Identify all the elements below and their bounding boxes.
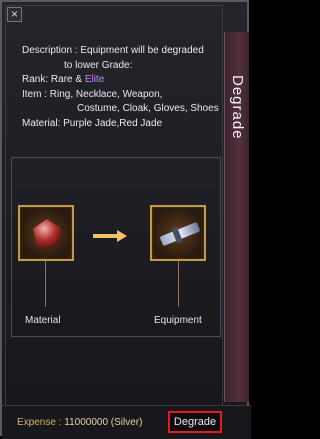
description-line-2: to lower Grade: — [64, 59, 133, 71]
expense-display: Expense : 11000000 (Silver) — [17, 417, 142, 428]
rank-row: Rank: Rare & Elite — [22, 73, 222, 88]
material-slot[interactable] — [18, 205, 74, 261]
equipment-connector-line — [178, 261, 179, 307]
close-icon[interactable]: × — [7, 7, 22, 22]
item-row-continued: Costume, Cloak, Gloves, Shoes — [77, 103, 219, 114]
material-slot-label: Material — [25, 315, 61, 326]
material-connector-line — [45, 261, 46, 307]
degrade-side-tab: Degrade — [224, 32, 249, 402]
equipment-slot[interactable] — [150, 205, 206, 261]
material-row: Material: Purple Jade,Red Jade — [22, 117, 222, 132]
arrow-shaft — [93, 234, 119, 238]
arrow-head — [117, 230, 127, 242]
equipment-slot-label: Equipment — [154, 315, 202, 326]
red-jade-gem-icon — [33, 219, 61, 247]
degrade-window: × Degrade Description : Equipment will b… — [0, 0, 251, 439]
item-row: Item : Ring, Necklace, Weapon, — [22, 88, 222, 103]
arrow-right-icon — [93, 230, 127, 242]
expense-label: Expense : — [17, 417, 65, 428]
degrade-button[interactable]: Degrade — [168, 411, 222, 433]
item-label: Item : — [22, 88, 48, 100]
window-title: Degrade — [229, 74, 246, 140]
rank-value: Rare & — [50, 74, 83, 85]
material-value: Purple Jade,Red Jade — [63, 117, 163, 129]
item-value: Ring, Necklace, Weapon, — [49, 88, 163, 100]
rank-elite: Elite — [84, 74, 105, 85]
description-block: Description : Equipment will be degraded… — [22, 44, 222, 131]
rank-label: Rank: — [22, 74, 49, 85]
expense-value: 11000000 (Silver) — [64, 417, 143, 428]
description-line-1: Description : Equipment will be degraded — [22, 45, 204, 56]
material-label: Material: — [22, 117, 61, 129]
